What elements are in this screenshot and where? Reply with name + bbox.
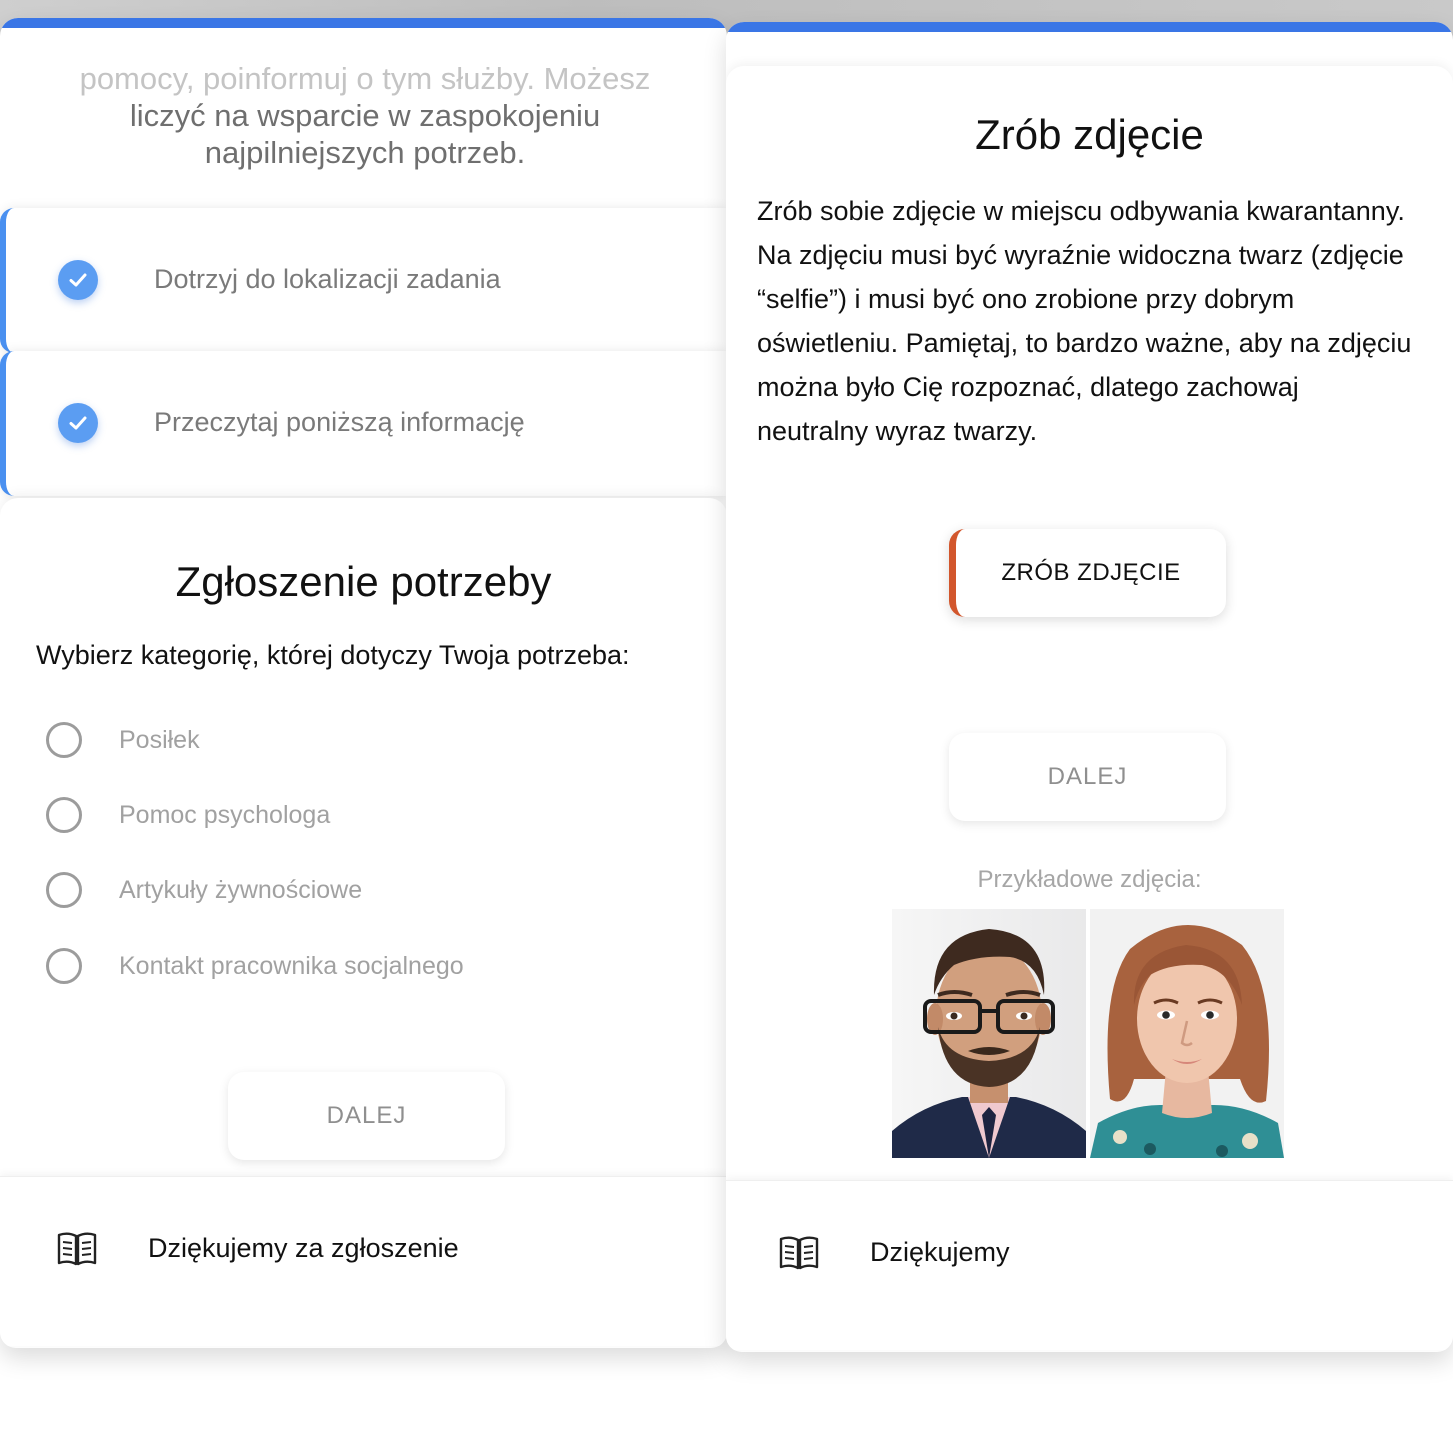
check-icon	[58, 403, 98, 443]
footer-label: Dziękujemy za zgłoszenie	[148, 1233, 459, 1263]
radio-button[interactable]	[46, 797, 82, 833]
page-title: Zrób zdjęcie	[975, 111, 1204, 158]
next-button[interactable]: DALEJ	[949, 733, 1226, 821]
need-report-panel: pomocy, poinformuj o tym służby. Możesz …	[0, 18, 727, 1348]
option-label: Posiłek	[119, 725, 200, 754]
step-card-read-info[interactable]: Przeczytaj poniższą informację	[0, 351, 727, 496]
instructions-text: Zrób sobie zdjęcie w miejscu odbywania k…	[757, 196, 1412, 446]
radio-button[interactable]	[46, 872, 82, 908]
take-photo-button[interactable]: ZRÓB ZDJĘCIE	[949, 529, 1226, 617]
thanks-step-card[interactable]: Dziękujemy	[726, 1180, 1453, 1350]
photo-panel: Zrób zdjęcie Zrób sobie zdjęcie w miejsc…	[726, 22, 1453, 1352]
book-icon	[779, 1236, 819, 1270]
page-title: Zgłoszenie potrzeby	[175, 558, 552, 605]
option-meal[interactable]: Posiłek	[46, 722, 200, 758]
option-social-worker[interactable]: Kontakt pracownika socjalnego	[46, 948, 464, 984]
step-label: Dotrzyj do lokalizacji zadania	[154, 264, 501, 294]
photo-card: Zrób zdjęcie Zrób sobie zdjęcie w miejsc…	[726, 66, 1453, 1182]
intro-line-1: liczyć na wsparcie w zaspokojeniu	[129, 98, 601, 133]
category-prompt: Wybierz kategorię, której dotyczy Twoja …	[36, 640, 630, 670]
radio-button[interactable]	[46, 948, 82, 984]
intro-line-2: najpilniejszych potrzeb.	[204, 135, 526, 170]
radio-button[interactable]	[46, 722, 82, 758]
step-card-location[interactable]: Dotrzyj do lokalizacji zadania	[0, 208, 727, 353]
option-psychologist[interactable]: Pomoc psychologa	[46, 797, 330, 833]
book-icon	[57, 1232, 97, 1266]
option-label: Pomoc psychologa	[119, 800, 331, 829]
need-report-card: Zgłoszenie potrzeby Wybierz kategorię, k…	[0, 498, 727, 1188]
examples-label: Przykładowe zdjęcia:	[977, 866, 1202, 893]
intro-text: pomocy, poinformuj o tym służby. Możesz …	[30, 60, 700, 171]
option-label: Kontakt pracownika socjalnego	[119, 951, 464, 980]
option-groceries[interactable]: Artykuły żywnościowe	[46, 872, 362, 908]
next-button[interactable]: DALEJ	[228, 1072, 505, 1160]
thanks-step-card[interactable]: Dziękujemy za zgłoszenie	[0, 1176, 727, 1346]
example-photo-woman	[1090, 909, 1284, 1158]
footer-label: Dziękujemy	[870, 1237, 1010, 1267]
step-label: Przeczytaj poniższą informację	[154, 407, 525, 437]
example-photo-man	[892, 909, 1086, 1158]
option-label: Artykuły żywnościowe	[119, 875, 363, 904]
intro-faded-line: pomocy, poinformuj o tym służby. Możesz	[79, 61, 651, 96]
check-icon	[58, 260, 98, 300]
